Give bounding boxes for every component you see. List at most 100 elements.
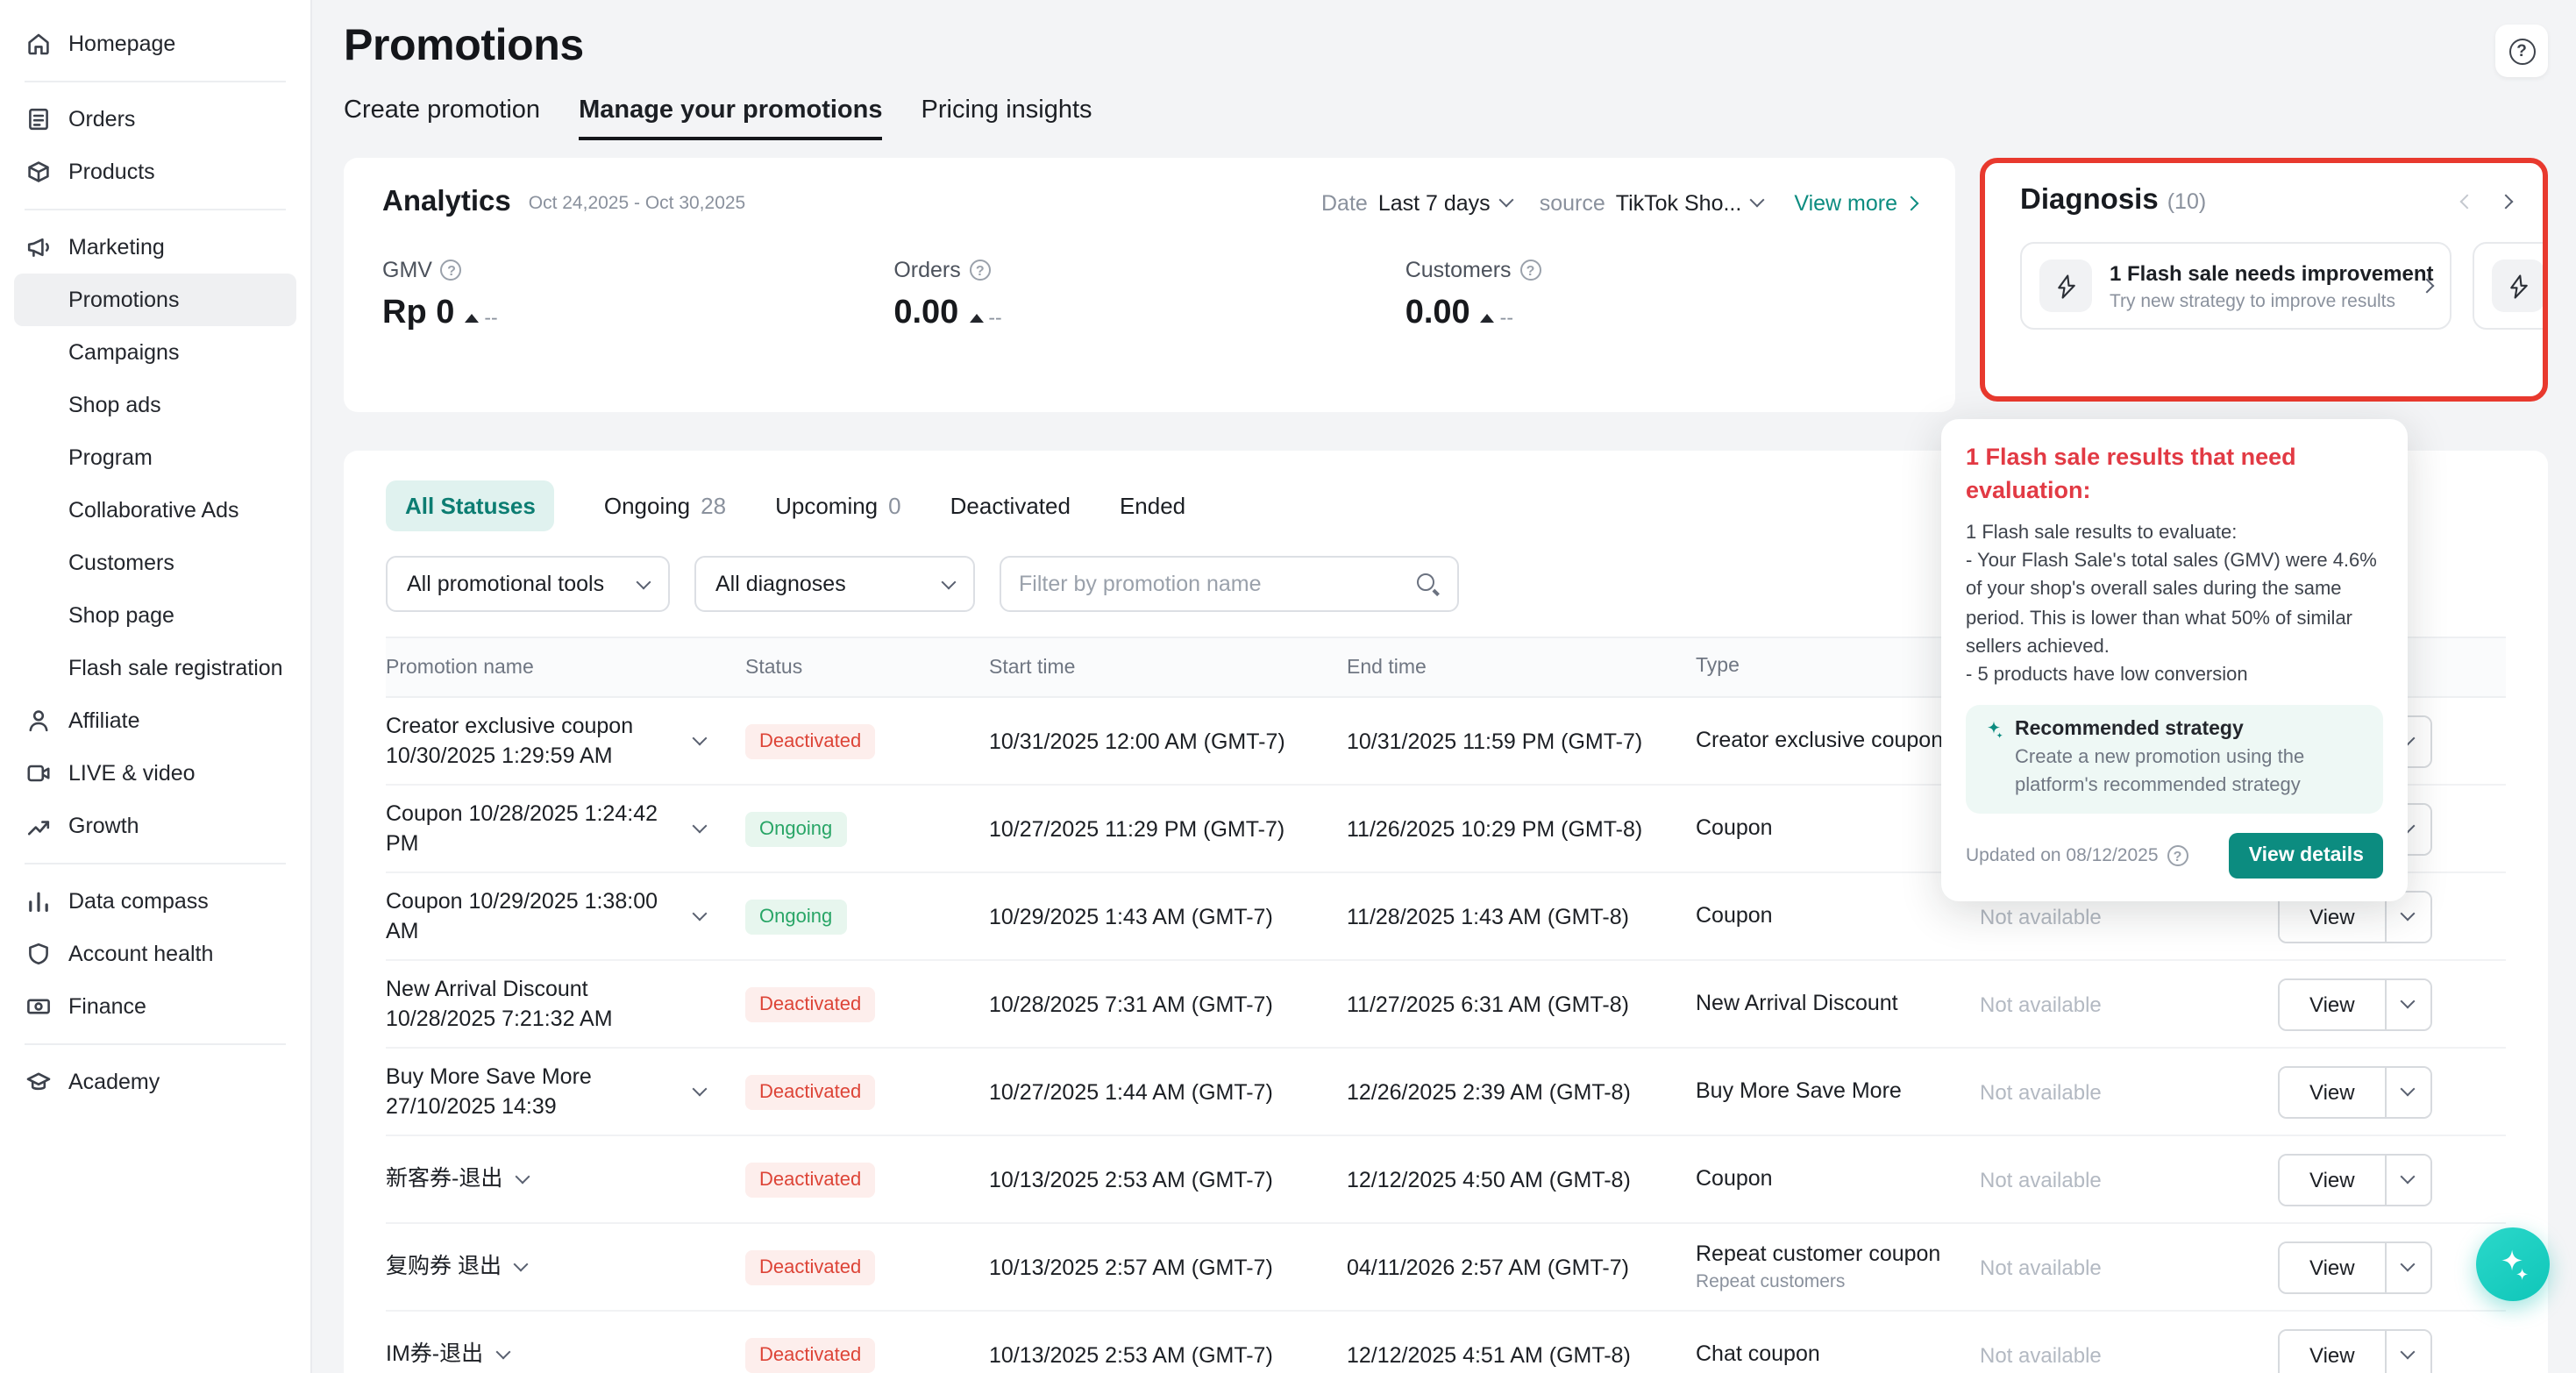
status-tab-all-statuses[interactable]: All Statuses	[386, 480, 555, 530]
diagnoses-select[interactable]: All diagnoses	[694, 556, 975, 612]
view-button[interactable]: View	[2280, 1330, 2385, 1373]
end-time: 11/26/2025 10:29 PM (GMT-8)	[1347, 816, 1696, 841]
promotion-type: Buy More Save More	[1696, 1078, 1980, 1106]
analytics-date-range: Oct 24,2025 - Oct 30,2025	[529, 192, 746, 213]
view-split-button: View	[2278, 1153, 2432, 1206]
sidebar-item-program[interactable]: Program	[14, 431, 296, 484]
sidebar-item-label: Academy	[68, 1070, 160, 1094]
status-badge: Ongoing	[745, 811, 846, 846]
help-circle-icon[interactable]: ?	[970, 260, 991, 281]
table-row: Buy More Save More 27/10/2025 14:39 Deac…	[386, 1049, 2506, 1136]
chevron-down-icon	[1750, 193, 1765, 208]
sidebar-item-data-compass[interactable]: Data compass	[14, 875, 296, 928]
column-header: Start time	[989, 657, 1347, 678]
diagnosis-cell: Not available	[1980, 1167, 2278, 1192]
sidebar-item-growth[interactable]: Growth	[14, 800, 296, 852]
promotion-name: New Arrival Discount 10/28/2025 7:21:32 …	[386, 976, 680, 1033]
promotion-search-input[interactable]	[1019, 572, 1417, 596]
end-time: 12/26/2025 2:39 AM (GMT-8)	[1347, 1079, 1696, 1104]
sidebar-item-label: LIVE & video	[68, 761, 196, 786]
sidebar-item-customers[interactable]: Customers	[14, 537, 296, 589]
sidebar-item-label: Growth	[68, 814, 139, 838]
table-row: 新客券-退出 Deactivated 10/13/2025 2:53 AM (G…	[386, 1136, 2506, 1224]
search-icon[interactable]	[1417, 573, 1440, 595]
diagnosis-item[interactable]: 1 Flash sale needs improvement Try new s…	[2020, 242, 2451, 330]
expand-row-icon[interactable]	[515, 1170, 530, 1184]
promotional-tools-select[interactable]: All promotional tools	[386, 556, 670, 612]
view-button[interactable]: View	[2280, 1067, 2385, 1116]
ai-assistant-button[interactable]	[2476, 1227, 2550, 1301]
sidebar-item-shop-page[interactable]: Shop page	[14, 589, 296, 642]
end-time: 11/27/2025 6:31 AM (GMT-8)	[1347, 992, 1696, 1016]
sidebar-item-promotions[interactable]: Promotions	[14, 274, 296, 326]
table-row: 复购券 退出 Deactivated 10/13/2025 2:57 AM (G…	[386, 1224, 2506, 1312]
tab-manage-your-promotions[interactable]: Manage your promotions	[579, 96, 882, 140]
expand-row-icon[interactable]	[495, 1345, 510, 1360]
question-circle-icon: ?	[2508, 38, 2535, 64]
sidebar-item-academy[interactable]: Academy	[14, 1056, 296, 1108]
expand-row-icon[interactable]	[693, 1082, 708, 1097]
sidebar-item-finance[interactable]: Finance	[14, 980, 296, 1033]
sidebar-divider	[25, 1043, 286, 1045]
promotion-type: Creator exclusive coupon	[1696, 727, 1980, 756]
promotion-type: Repeat customer coupon	[1696, 1239, 1962, 1268]
expand-row-icon[interactable]	[513, 1257, 528, 1272]
pager-next-icon[interactable]	[2499, 194, 2514, 209]
sidebar-item-account-health[interactable]: Account health	[14, 928, 296, 980]
help-circle-icon[interactable]: ?	[441, 260, 462, 281]
status-badge: Deactivated	[745, 1337, 875, 1372]
expand-row-icon[interactable]	[693, 731, 708, 746]
view-dropdown-button[interactable]	[2385, 1067, 2430, 1116]
status-tab-upcoming[interactable]: Upcoming0	[775, 492, 901, 518]
view-more-link[interactable]: View more	[1794, 190, 1917, 215]
expand-row-icon[interactable]	[693, 907, 708, 921]
sidebar-item-campaigns[interactable]: Campaigns	[14, 326, 296, 379]
sidebar-item-collaborative-ads[interactable]: Collaborative Ads	[14, 484, 296, 537]
status-tab-ongoing[interactable]: Ongoing28	[604, 492, 726, 518]
live-video-icon	[25, 759, 53, 787]
status-badge: Deactivated	[745, 1074, 875, 1109]
promotion-name: IM券-退出	[386, 1341, 483, 1369]
home-icon	[25, 30, 53, 58]
sidebar-item-products[interactable]: Products	[14, 146, 296, 198]
promotion-name: Coupon 10/29/2025 1:38:00 AM	[386, 888, 680, 945]
column-header: Status	[745, 657, 989, 678]
diagnosis-item-partial[interactable]	[2473, 242, 2548, 330]
help-circle-icon[interactable]: ?	[1520, 260, 1541, 281]
sidebar-item-label: Homepage	[68, 32, 175, 56]
sidebar-item-affiliate[interactable]: Affiliate	[14, 694, 296, 747]
sidebar-item-flash-sale-registration[interactable]: Flash sale registration	[14, 642, 296, 694]
view-details-button[interactable]: View details	[2230, 833, 2383, 879]
status-tab-deactivated[interactable]: Deactivated	[950, 492, 1071, 518]
source-filter-select[interactable]: TikTok Sho...	[1616, 190, 1763, 215]
pager-prev-icon[interactable]	[2460, 194, 2475, 209]
sidebar-item-live-video[interactable]: LIVE & video	[14, 747, 296, 800]
view-dropdown-button[interactable]	[2385, 1330, 2430, 1373]
help-button[interactable]: ?	[2495, 25, 2548, 77]
sidebar-item-orders[interactable]: Orders	[14, 93, 296, 146]
view-button[interactable]: View	[2280, 1155, 2385, 1204]
sidebar: Homepage Orders Products Marketing Promo…	[0, 0, 312, 1373]
view-dropdown-button[interactable]	[2385, 1155, 2430, 1204]
expand-row-icon[interactable]	[693, 819, 708, 834]
view-dropdown-button[interactable]	[2385, 979, 2430, 1028]
tab-create-promotion[interactable]: Create promotion	[344, 96, 540, 140]
chevron-down-icon	[2401, 1257, 2416, 1272]
promotion-type: Coupon	[1696, 902, 1980, 931]
start-time: 10/29/2025 1:43 AM (GMT-7)	[989, 904, 1347, 928]
view-button[interactable]: View	[2280, 979, 2385, 1028]
help-circle-icon[interactable]: ?	[2167, 845, 2188, 866]
sidebar-item-marketing[interactable]: Marketing	[14, 221, 296, 274]
date-filter-select[interactable]: Last 7 days	[1378, 190, 1512, 215]
promotion-search	[1000, 556, 1459, 612]
sidebar-item-shop-ads[interactable]: Shop ads	[14, 379, 296, 431]
view-dropdown-button[interactable]	[2385, 1242, 2430, 1291]
metric-value: Rp 0	[382, 295, 454, 333]
page-title: Promotions	[344, 21, 2548, 72]
status-badge: Deactivated	[745, 1162, 875, 1197]
sidebar-item-homepage[interactable]: Homepage	[14, 18, 296, 70]
tab-pricing-insights[interactable]: Pricing insights	[922, 96, 1092, 140]
flash-sale-icon	[2492, 260, 2544, 312]
status-tab-ended[interactable]: Ended	[1120, 492, 1185, 518]
view-button[interactable]: View	[2280, 1242, 2385, 1291]
